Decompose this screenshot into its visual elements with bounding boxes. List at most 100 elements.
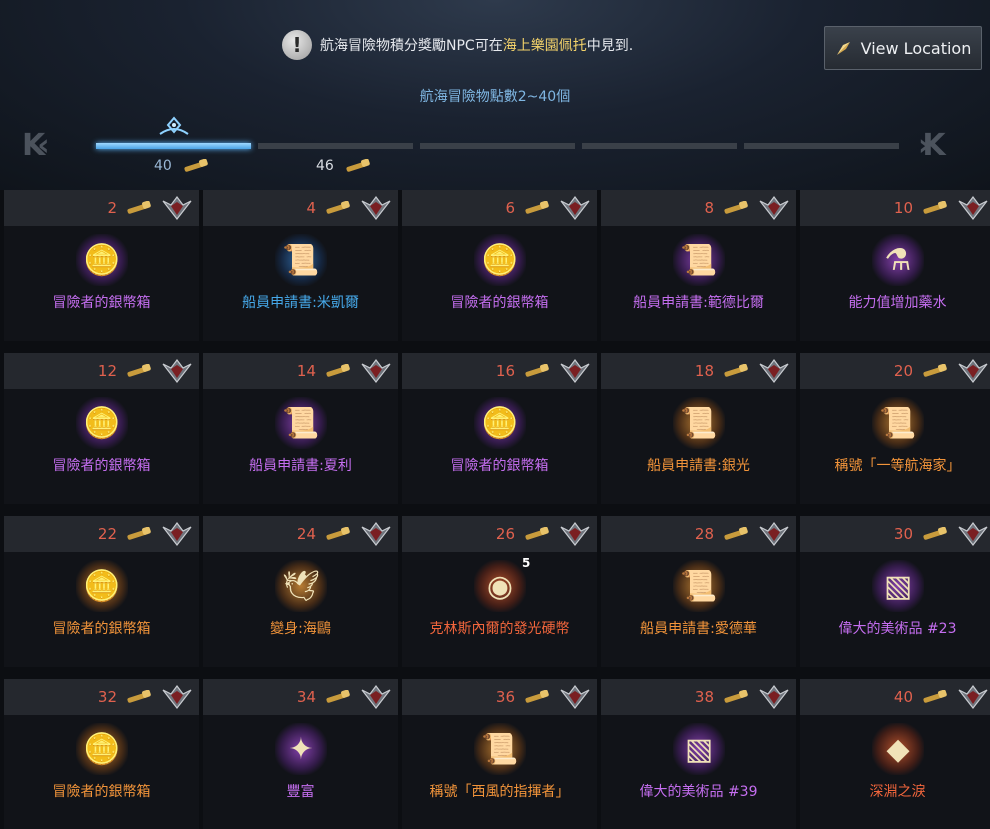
- reward-card[interactable]: 2 🪙 冒險者的銀幣箱: [4, 190, 199, 341]
- reward-card[interactable]: 18 📜 船員申請書:銀光: [601, 353, 796, 504]
- reward-card[interactable]: 32 🪙 冒險者的銀幣箱: [4, 679, 199, 829]
- reward-points: 20: [893, 362, 913, 380]
- compass-needle-icon: [836, 42, 850, 55]
- spyglass-icon: [724, 527, 748, 540]
- painting-icon[interactable]: ▧: [673, 723, 725, 775]
- reward-card-header: 2: [4, 190, 199, 226]
- reward-card[interactable]: 16 🪙 冒險者的銀幣箱: [402, 353, 597, 504]
- rank-badge-icon: [560, 522, 590, 546]
- glowing-coin-icon[interactable]: ◉: [474, 560, 526, 612]
- rank-badge-icon: [958, 522, 988, 546]
- reward-card[interactable]: 28 📜 船員申請書:愛德華: [601, 516, 796, 667]
- notice-text: 航海冒險物積分獎勵NPC可在海上樂園佩托中見到.: [320, 38, 634, 54]
- reward-card-header: 32: [4, 679, 199, 715]
- rank-badge-icon: [162, 196, 192, 220]
- potion-icon[interactable]: ⚗: [872, 234, 924, 286]
- reward-item-name: 冒險者的銀幣箱: [450, 458, 549, 474]
- gem-icon[interactable]: ◆: [872, 723, 924, 775]
- reward-card[interactable]: 40 ◆ 深淵之淚: [800, 679, 990, 829]
- reward-card[interactable]: 34 ✦ 豐富: [203, 679, 398, 829]
- npc-location-highlight: 海上樂園佩托: [502, 38, 587, 54]
- reward-card[interactable]: 26 ◉ 5 克林斯內爾的發光硬幣: [402, 516, 597, 667]
- spyglass-icon: [326, 201, 350, 214]
- title-scroll-icon[interactable]: 📜: [474, 723, 526, 775]
- reward-item-name: 船員申請書:銀光: [647, 458, 750, 474]
- rank-badge-icon: [958, 196, 988, 220]
- npc-notice: ! 航海冒險物積分獎勵NPC可在海上樂園佩托中見到.: [282, 30, 633, 60]
- crew-application-scroll-icon[interactable]: 📜: [275, 234, 327, 286]
- spyglass-icon: [923, 201, 947, 214]
- rank-badge-icon: [759, 522, 789, 546]
- crew-application-scroll-icon[interactable]: 📜: [275, 397, 327, 449]
- silver-coin-chest-icon[interactable]: 🪙: [76, 560, 128, 612]
- rank-badge-icon: [361, 522, 391, 546]
- reward-card[interactable]: 8 📜 船員申請書:範德比爾: [601, 190, 796, 341]
- title-scroll-icon[interactable]: 📜: [872, 397, 924, 449]
- spyglass-icon: [724, 364, 748, 377]
- progress-segment: [582, 143, 737, 149]
- painting-icon[interactable]: ▧: [872, 560, 924, 612]
- progress-segment: [258, 143, 413, 149]
- reward-points: 18: [694, 362, 714, 380]
- rank-badge-icon: [560, 359, 590, 383]
- reward-item-name: 冒險者的銀幣箱: [52, 784, 151, 800]
- reward-card-header: 14: [203, 353, 398, 389]
- reward-card-header: 34: [203, 679, 398, 715]
- reward-card[interactable]: 36 📜 稱號「西風的指揮者」: [402, 679, 597, 829]
- reward-item-name: 克林斯內爾的發光硬幣: [429, 621, 570, 637]
- reward-card[interactable]: 22 🪙 冒險者的銀幣箱: [4, 516, 199, 667]
- reward-points: 16: [495, 362, 515, 380]
- points-range-text: 航海冒險物點數2~40個: [419, 89, 571, 105]
- reward-card[interactable]: 10 ⚗ 能力值增加藥水: [800, 190, 990, 341]
- spyglass-icon: [525, 527, 549, 540]
- spyglass-icon: [326, 527, 350, 540]
- silver-coin-chest-icon[interactable]: 🪙: [76, 723, 128, 775]
- reward-card[interactable]: 12 🪙 冒險者的銀幣箱: [4, 353, 199, 504]
- silver-coin-chest-icon[interactable]: 🪙: [76, 234, 128, 286]
- reward-card[interactable]: 24 🕊 變身:海鷗: [203, 516, 398, 667]
- reward-points: 32: [97, 688, 117, 706]
- header: ! 航海冒險物積分獎勵NPC可在海上樂園佩托中見到. View Location…: [0, 0, 990, 190]
- emote-card-icon[interactable]: ✦: [275, 723, 327, 775]
- reward-grid: 2 🪙 冒險者的銀幣箱 4 📜 船員申請書:米凱爾 6 🪙 冒險者的銀幣箱 8 📜 船員申請書:範德比…: [4, 190, 990, 829]
- reward-card[interactable]: 38 ▧ 偉大的美術品 #39: [601, 679, 796, 829]
- reward-points: 28: [694, 525, 714, 543]
- spyglass-icon: [724, 690, 748, 703]
- reward-points: 36: [495, 688, 515, 706]
- next-page-arrow[interactable]: ›K: [918, 130, 945, 162]
- reward-points: 10: [893, 199, 913, 217]
- item-count-badge: 5: [522, 556, 531, 570]
- spyglass-icon: [525, 690, 549, 703]
- reward-card[interactable]: 6 🪙 冒險者的銀幣箱: [402, 190, 597, 341]
- silver-coin-chest-icon[interactable]: 🪙: [474, 397, 526, 449]
- reward-card[interactable]: 30 ▧ 偉大的美術品 #23: [800, 516, 990, 667]
- rank-badge-icon: [560, 685, 590, 709]
- crew-application-scroll-icon[interactable]: 📜: [673, 234, 725, 286]
- silver-coin-chest-icon[interactable]: 🪙: [474, 234, 526, 286]
- reward-points: 30: [893, 525, 913, 543]
- exclamation-icon: !: [282, 30, 312, 60]
- spyglass-icon: [525, 364, 549, 377]
- progress-next-value: 46: [316, 158, 334, 174]
- rank-badge-icon: [162, 359, 192, 383]
- rank-badge-icon: [560, 196, 590, 220]
- reward-points: 14: [296, 362, 316, 380]
- reward-card[interactable]: 20 📜 稱號「一等航海家」: [800, 353, 990, 504]
- reward-item-name: 能力值增加藥水: [848, 295, 947, 311]
- reward-card[interactable]: 14 📜 船員申請書:夏利: [203, 353, 398, 504]
- reward-points: 34: [296, 688, 316, 706]
- rank-badge-icon: [759, 196, 789, 220]
- reward-card-header: 36: [402, 679, 597, 715]
- reward-card[interactable]: 4 📜 船員申請書:米凱爾: [203, 190, 398, 341]
- reward-item-name: 偉大的美術品 #23: [838, 621, 957, 637]
- spyglass-icon: [923, 364, 947, 377]
- crew-application-scroll-icon[interactable]: 📜: [673, 397, 725, 449]
- reward-item-name: 變身:海鷗: [270, 621, 331, 637]
- seagull-icon[interactable]: 🕊: [275, 560, 327, 612]
- crew-application-scroll-icon[interactable]: 📜: [673, 560, 725, 612]
- view-location-button[interactable]: View Location: [824, 26, 982, 70]
- reward-points: 4: [306, 199, 316, 217]
- spyglass-icon: [127, 201, 151, 214]
- silver-coin-chest-icon[interactable]: 🪙: [76, 397, 128, 449]
- prev-page-arrow[interactable]: K‹: [22, 130, 49, 162]
